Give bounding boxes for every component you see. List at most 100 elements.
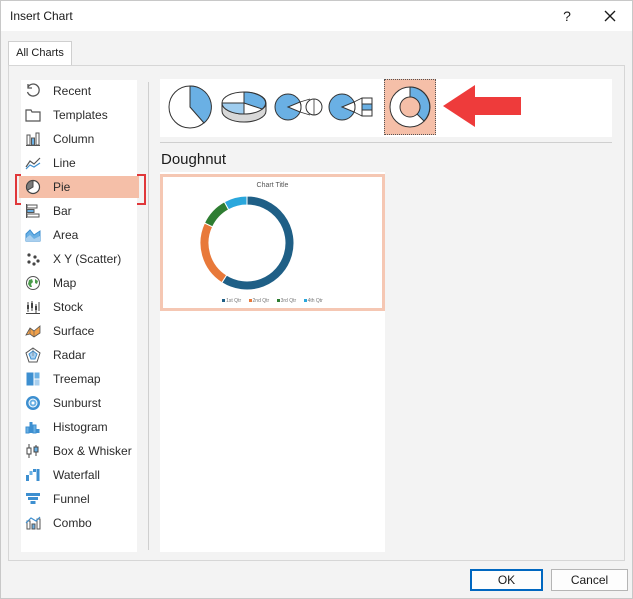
sidebar-item-label: Column xyxy=(53,132,95,146)
subtype-pie[interactable] xyxy=(164,79,216,135)
bar-of-pie-subtype-icon xyxy=(328,93,373,121)
surface-chart-icon xyxy=(25,325,41,338)
chart-panel: Recent Templates Column Line Pie Bar Are… xyxy=(8,65,625,561)
area-chart-icon xyxy=(25,229,41,242)
templates-icon xyxy=(25,109,41,122)
subtype-bar-of-pie[interactable] xyxy=(326,79,378,135)
sidebar-item-waterfall[interactable]: Waterfall xyxy=(21,464,137,486)
doughnut-subtype-icon xyxy=(389,86,431,128)
legend-label: 4th Qtr xyxy=(307,298,323,304)
recent-icon xyxy=(26,83,40,97)
sidebar-item-label: Combo xyxy=(53,516,92,530)
sidebar-item-label: Histogram xyxy=(53,420,108,434)
sidebar-item-column[interactable]: Column xyxy=(21,128,137,150)
sidebar-item-label: X Y (Scatter) xyxy=(53,252,122,266)
sidebar-item-label: Box & Whisker xyxy=(53,444,132,458)
subtype-doughnut[interactable] xyxy=(384,79,436,135)
sidebar-item-radar[interactable]: Radar xyxy=(21,344,137,366)
sidebar-item-line[interactable]: Line xyxy=(21,152,137,174)
ok-button[interactable]: OK xyxy=(470,569,543,591)
sidebar-item-label: Waterfall xyxy=(53,468,100,482)
sidebar-item-label: Sunburst xyxy=(53,396,102,410)
cancel-button[interactable]: Cancel xyxy=(551,569,628,591)
selected-subtype-name: Doughnut xyxy=(161,151,227,168)
sidebar-item-label: Templates xyxy=(53,108,108,122)
subtype-3d-pie[interactable] xyxy=(218,79,270,135)
chart-type-list: Recent Templates Column Line Pie Bar Are… xyxy=(19,80,139,552)
sidebar-item-bar[interactable]: Bar xyxy=(21,200,137,222)
dialog-title: Insert Chart xyxy=(10,9,73,23)
doughnut-slice-3rd-qtr xyxy=(203,201,230,228)
sidebar-item-surface[interactable]: Surface xyxy=(21,320,137,342)
legend-item: 2nd Qtr xyxy=(248,298,270,304)
pie-chart-icon xyxy=(25,179,41,195)
bar-chart-icon xyxy=(26,204,40,218)
sidebar-item-map[interactable]: Map xyxy=(21,272,137,294)
chart-preview[interactable]: Chart Title 1st Qtr 2nd Qtr 3rd Qtr 4th … xyxy=(160,174,385,311)
legend-swatch xyxy=(222,299,226,303)
pie-3d-subtype-icon xyxy=(221,91,267,123)
histogram-chart-icon xyxy=(25,422,40,434)
legend-swatch xyxy=(276,299,280,303)
doughnut-slice-4th-qtr xyxy=(223,195,248,211)
tab-all-charts[interactable]: All Charts xyxy=(8,41,72,66)
sidebar-item-templates[interactable]: Templates xyxy=(21,104,137,126)
legend-item: 1st Qtr xyxy=(222,298,241,304)
sidebar-item-label: Recent xyxy=(53,84,92,98)
funnel-chart-icon xyxy=(26,493,40,504)
treemap-chart-icon xyxy=(25,371,41,387)
chart-subtype-gallery xyxy=(160,79,612,137)
box-whisker-chart-icon xyxy=(26,444,39,458)
close-button[interactable] xyxy=(599,5,621,27)
sidebar-item-funnel[interactable]: Funnel xyxy=(21,488,137,510)
sidebar-item-label: Radar xyxy=(53,348,86,362)
legend-label: 3rd Qtr xyxy=(280,298,297,304)
sidebar-item-combo[interactable]: Combo xyxy=(21,512,137,534)
column-chart-icon xyxy=(26,132,40,146)
legend-label: 2nd Qtr xyxy=(252,298,270,304)
radar-chart-icon xyxy=(25,347,41,363)
sidebar-item-area[interactable]: Area xyxy=(21,224,137,246)
legend-item: 3rd Qtr xyxy=(276,298,297,304)
sidebar-item-pie[interactable]: Pie xyxy=(19,176,139,198)
sidebar-item-label: Line xyxy=(53,156,76,170)
sidebar-item-stock[interactable]: Stock xyxy=(21,296,137,318)
subtype-pie-of-pie[interactable] xyxy=(272,79,324,135)
doughnut-slice-2nd-qtr xyxy=(199,222,228,284)
sidebar-item-box-whisker[interactable]: Box & Whisker xyxy=(21,440,137,462)
vertical-divider xyxy=(148,82,149,550)
sidebar-item-label: Surface xyxy=(53,324,95,338)
map-chart-icon xyxy=(26,276,40,290)
sidebar-item-label: Area xyxy=(53,228,79,242)
legend-swatch xyxy=(303,299,307,303)
title-bar: Insert Chart ? xyxy=(1,1,632,31)
sidebar-item-label: Pie xyxy=(53,180,71,194)
legend-swatch xyxy=(248,299,252,303)
sidebar-item-treemap[interactable]: Treemap xyxy=(21,368,137,390)
sidebar-item-histogram[interactable]: Histogram xyxy=(21,416,137,438)
preview-area: Chart Title 1st Qtr 2nd Qtr 3rd Qtr 4th … xyxy=(160,172,385,552)
waterfall-chart-icon xyxy=(26,469,40,481)
sunburst-chart-icon xyxy=(26,396,40,410)
sidebar-item-scatter[interactable]: X Y (Scatter) xyxy=(21,248,137,270)
sidebar-item-recent[interactable]: Recent xyxy=(21,80,137,102)
sidebar-item-label: Funnel xyxy=(53,492,90,506)
insert-chart-dialog: Insert Chart ? All Charts Recent Templat… xyxy=(0,0,633,599)
legend-item: 4th Qtr xyxy=(303,298,323,304)
sidebar-item-label: Bar xyxy=(53,204,72,218)
horizontal-divider xyxy=(160,142,612,143)
stock-chart-icon xyxy=(26,301,40,314)
red-arrow-icon xyxy=(443,85,521,127)
line-chart-icon xyxy=(25,157,41,170)
sidebar-item-label: Treemap xyxy=(53,372,101,386)
combo-chart-icon xyxy=(25,516,41,530)
help-button[interactable]: ? xyxy=(557,6,577,26)
sidebar-item-sunburst[interactable]: Sunburst xyxy=(21,392,137,414)
tab-strip: All Charts xyxy=(1,31,632,66)
pie-subtype-icon xyxy=(168,85,212,129)
doughnut-slice-1st-qtr xyxy=(221,195,295,291)
pie-of-pie-subtype-icon xyxy=(274,93,323,121)
scatter-chart-icon xyxy=(27,253,40,266)
chart-legend: 1st Qtr 2nd Qtr 3rd Qtr 4th Qtr xyxy=(163,298,382,304)
close-icon xyxy=(604,10,616,22)
